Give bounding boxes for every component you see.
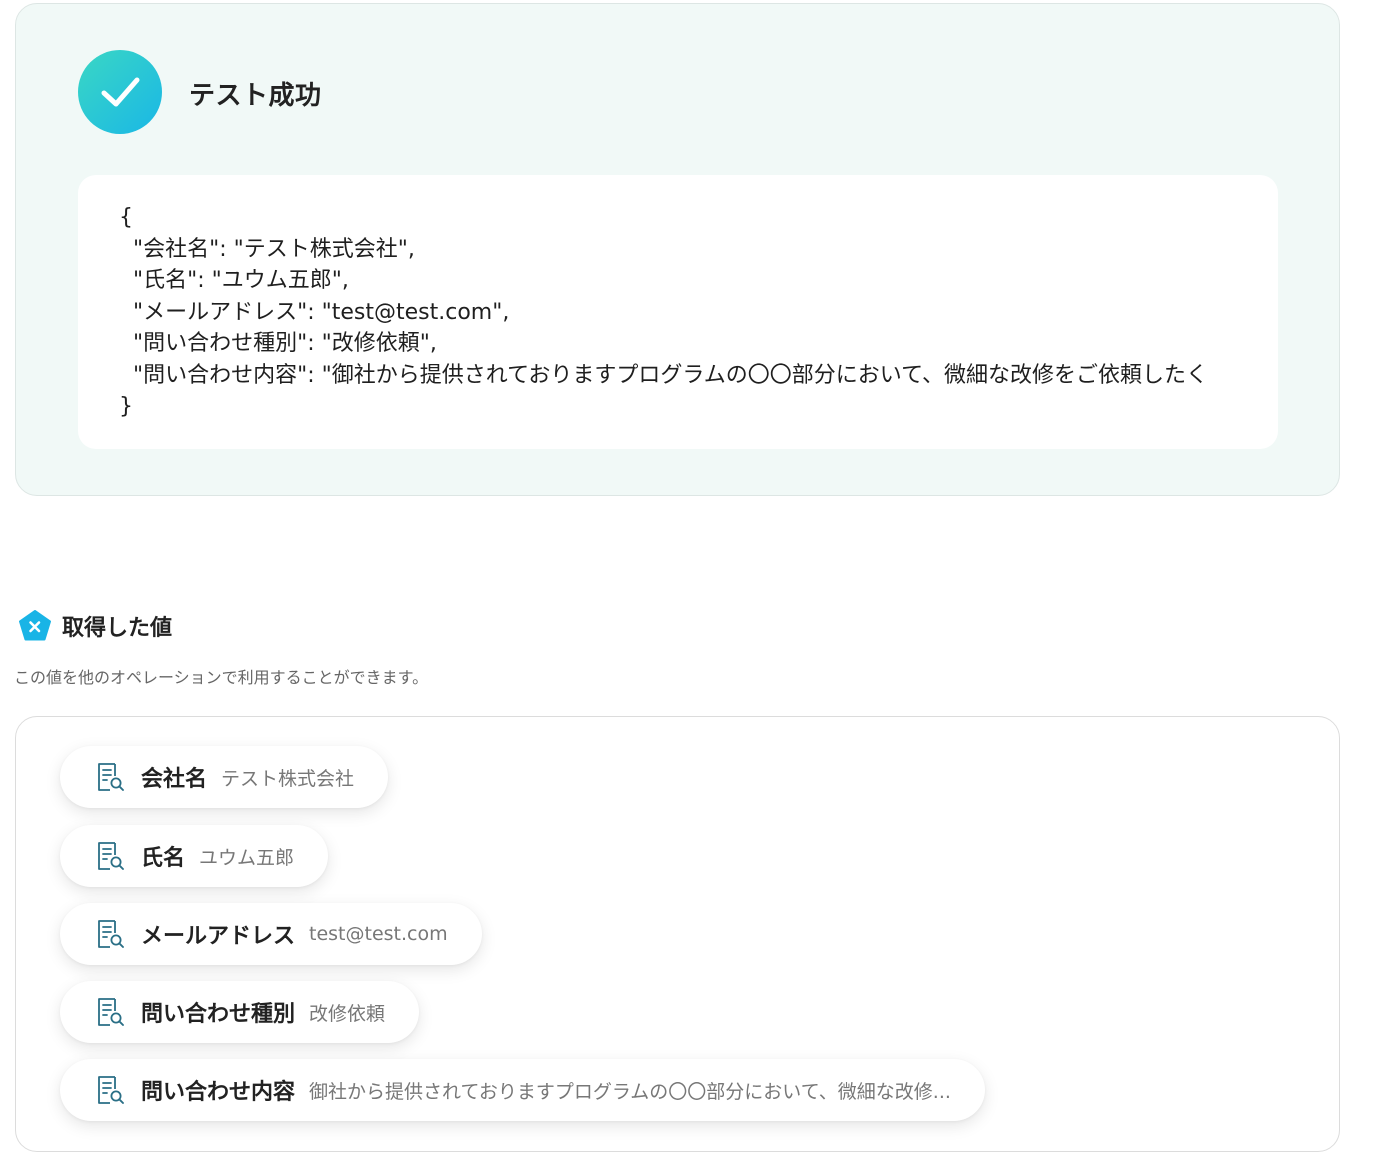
- json-line: "会社名": "テスト株式会社",: [119, 236, 415, 262]
- value-text: test@test.com: [309, 923, 448, 945]
- test-success-title: テスト成功: [189, 81, 322, 111]
- value-pill-name[interactable]: 氏名 ユウム五郎: [60, 825, 329, 887]
- document-search-icon: [98, 920, 124, 948]
- value-key: 氏名: [141, 846, 186, 871]
- document-search-icon: [98, 842, 124, 870]
- json-line: {: [119, 205, 133, 230]
- value-key: 会社名: [141, 767, 208, 792]
- pentagon-x-icon: [19, 610, 51, 641]
- json-line: }: [119, 394, 133, 419]
- value-key: メールアドレス: [141, 924, 296, 949]
- acquired-values-card: 会社名 テスト株式会社 氏名 ユウム五郎 メールアドレス test@test.c…: [15, 716, 1340, 1152]
- acquired-values-header: 取得した値: [18, 609, 172, 643]
- value-text: 御社から提供されておりますプログラムの〇〇部分において、微細な改修...: [309, 1080, 951, 1103]
- value-text: テスト株式会社: [221, 767, 355, 790]
- json-output-box: { "会社名": "テスト株式会社", "氏名": "ユウム五郎", "メールア…: [78, 175, 1278, 449]
- check-icon: [78, 50, 162, 134]
- acquired-values-title: 取得した値: [62, 616, 173, 641]
- document-search-icon: [98, 763, 124, 791]
- value-pill-inquiry-content[interactable]: 問い合わせ内容 御社から提供されておりますプログラムの〇〇部分において、微細な改…: [60, 1059, 985, 1121]
- json-line: "メールアドレス": "test@test.com",: [119, 299, 510, 325]
- value-text: 改修依頼: [309, 1002, 386, 1025]
- acquired-values-description: この値を他のオペレーションで利用することができます。: [14, 668, 429, 687]
- document-search-icon: [98, 1076, 124, 1104]
- json-line: "問い合わせ内容": "御社から提供されておりますプログラムの〇〇部分において、…: [119, 362, 1209, 388]
- document-search-icon: [98, 998, 124, 1026]
- value-pill-inquiry-type[interactable]: 問い合わせ種別 改修依頼: [60, 981, 420, 1043]
- value-text: ユウム五郎: [199, 846, 295, 869]
- test-success-card: テスト成功 { "会社名": "テスト株式会社", "氏名": "ユウム五郎",…: [15, 3, 1340, 496]
- value-pill-company[interactable]: 会社名 テスト株式会社: [60, 746, 389, 808]
- json-line: "問い合わせ種別": "改修依頼",: [119, 331, 437, 356]
- value-key: 問い合わせ種別: [141, 1002, 296, 1027]
- json-line: "氏名": "ユウム五郎",: [119, 268, 349, 293]
- value-pill-email[interactable]: メールアドレス test@test.com: [60, 903, 482, 965]
- value-key: 問い合わせ内容: [141, 1080, 296, 1105]
